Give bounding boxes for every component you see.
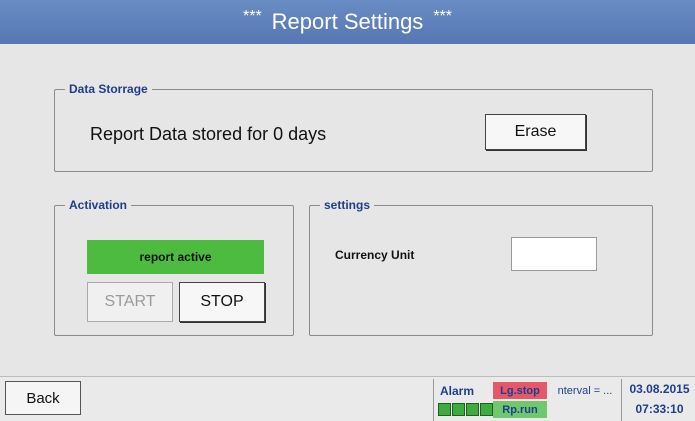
back-button[interactable]: Back — [5, 381, 81, 415]
report-run-badge: Rp.run — [493, 401, 547, 418]
currency-unit-input[interactable] — [511, 237, 597, 271]
start-button[interactable]: START — [87, 282, 173, 322]
bottom-bar: Back Alarm Lg.stop Rp.run nterval = ... … — [0, 376, 695, 421]
activation-group: Activation report active START STOP — [54, 198, 294, 336]
currency-unit-label: Currency Unit — [335, 248, 415, 262]
storage-status-text: Report Data stored for 0 days — [90, 124, 327, 144]
data-storage-legend: Data Storrage — [69, 82, 148, 96]
alarm-cell — [480, 403, 493, 416]
title-bar: *** Report Settings *** — [0, 0, 695, 44]
alarm-cell — [452, 403, 465, 416]
datetime-display: 03.08.2015 07:33:10 — [621, 379, 695, 421]
stop-button[interactable]: STOP — [179, 282, 265, 322]
alarm-cell — [438, 403, 451, 416]
title-stars-left: *** — [242, 8, 262, 25]
alarm-label[interactable]: Alarm — [440, 384, 474, 398]
alarm-cell — [466, 403, 479, 416]
page-title: Report Settings — [271, 9, 424, 34]
interval-text: nterval = ... — [557, 384, 613, 397]
date-text: 03.08.2015 — [629, 382, 690, 396]
main-content: Data Storrage Report Data stored for 0 d… — [0, 44, 695, 376]
settings-legend: settings — [324, 198, 371, 212]
settings-group: settings Currency Unit — [309, 198, 653, 336]
erase-button[interactable]: Erase — [485, 114, 586, 150]
alarm-indicator — [438, 403, 494, 416]
data-storage-group: Data Storrage Report Data stored for 0 d… — [54, 82, 653, 172]
time-text: 07:33:10 — [635, 402, 684, 416]
status-area: Alarm Lg.stop Rp.run nterval = ... 03.08… — [433, 379, 695, 421]
activation-legend: Activation — [69, 198, 128, 212]
report-active-status: report active — [87, 240, 264, 274]
title-stars-right: *** — [433, 8, 452, 25]
logger-stop-badge: Lg.stop — [493, 382, 547, 399]
